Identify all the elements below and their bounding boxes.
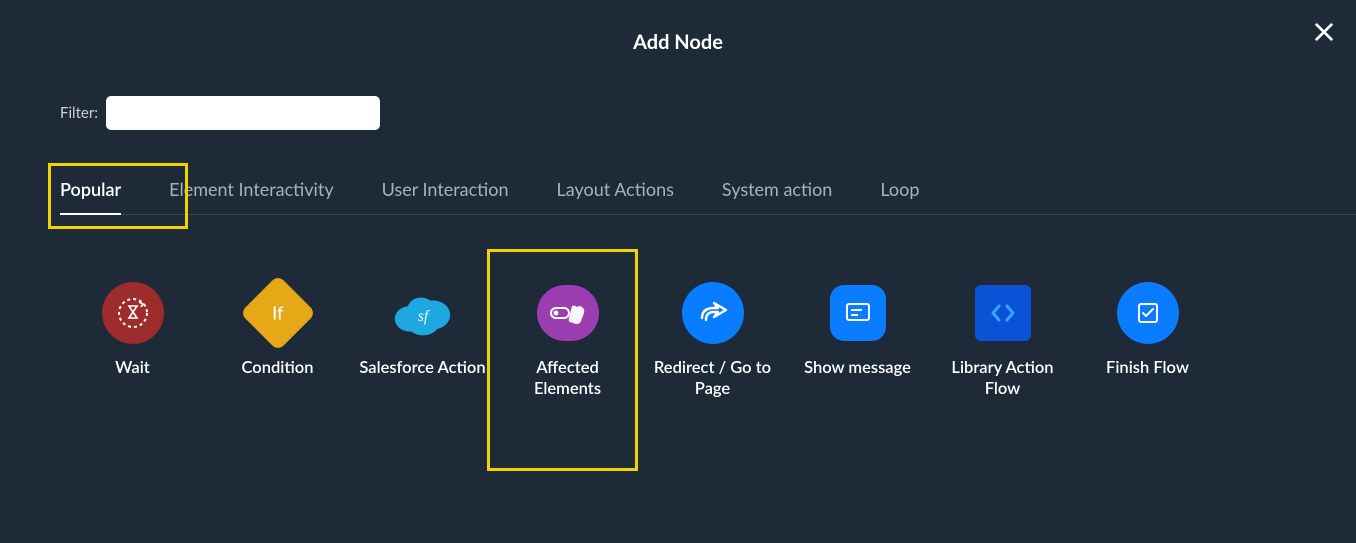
node-condition[interactable]: If Condition (205, 275, 350, 410)
node-label: Finish Flow (1106, 357, 1189, 378)
message-icon (825, 285, 891, 341)
node-affected-elements[interactable]: Affected Elements (495, 275, 640, 410)
arrow-forward-icon (680, 285, 746, 341)
node-label: Library Action Flow (936, 357, 1069, 400)
checkbox-icon (1115, 285, 1181, 341)
node-salesforce-action[interactable]: sf Salesforce Action (350, 275, 495, 410)
tab-user-interaction[interactable]: User Interaction (382, 178, 509, 214)
if-icon: If (245, 285, 311, 341)
tabs: Popular Element Interactivity User Inter… (60, 178, 1356, 215)
node-label: Salesforce Action (359, 357, 485, 378)
node-label: Redirect / Go to Page (646, 357, 779, 400)
close-button[interactable] (1310, 18, 1338, 46)
hourglass-icon (100, 285, 166, 341)
node-label: Condition (242, 357, 314, 378)
hand-click-icon (535, 285, 601, 341)
nodes-grid: Wait If Condition sf Salesforce Action (60, 275, 1356, 410)
tab-element-interactivity[interactable]: Element Interactivity (169, 178, 333, 214)
salesforce-icon: sf (390, 285, 456, 341)
node-label: Affected Elements (501, 357, 634, 400)
tab-system-action[interactable]: System action (722, 178, 832, 214)
node-library-action-flow[interactable]: Library Action Flow (930, 275, 1075, 410)
filter-label: Filter: (60, 104, 98, 122)
tab-popular[interactable]: Popular (60, 178, 121, 214)
node-finish-flow[interactable]: Finish Flow (1075, 275, 1220, 410)
node-show-message[interactable]: Show message (785, 275, 930, 410)
filter-row: Filter: (60, 96, 1356, 130)
node-redirect[interactable]: Redirect / Go to Page (640, 275, 785, 410)
dialog-title: Add Node (0, 0, 1356, 54)
close-icon (1313, 21, 1335, 43)
node-label: Show message (804, 357, 911, 378)
node-label: Wait (115, 357, 150, 378)
code-icon (970, 285, 1036, 341)
tab-layout-actions[interactable]: Layout Actions (557, 178, 674, 214)
node-wait[interactable]: Wait (60, 275, 205, 410)
filter-input[interactable] (106, 96, 380, 130)
tab-loop[interactable]: Loop (880, 178, 919, 214)
